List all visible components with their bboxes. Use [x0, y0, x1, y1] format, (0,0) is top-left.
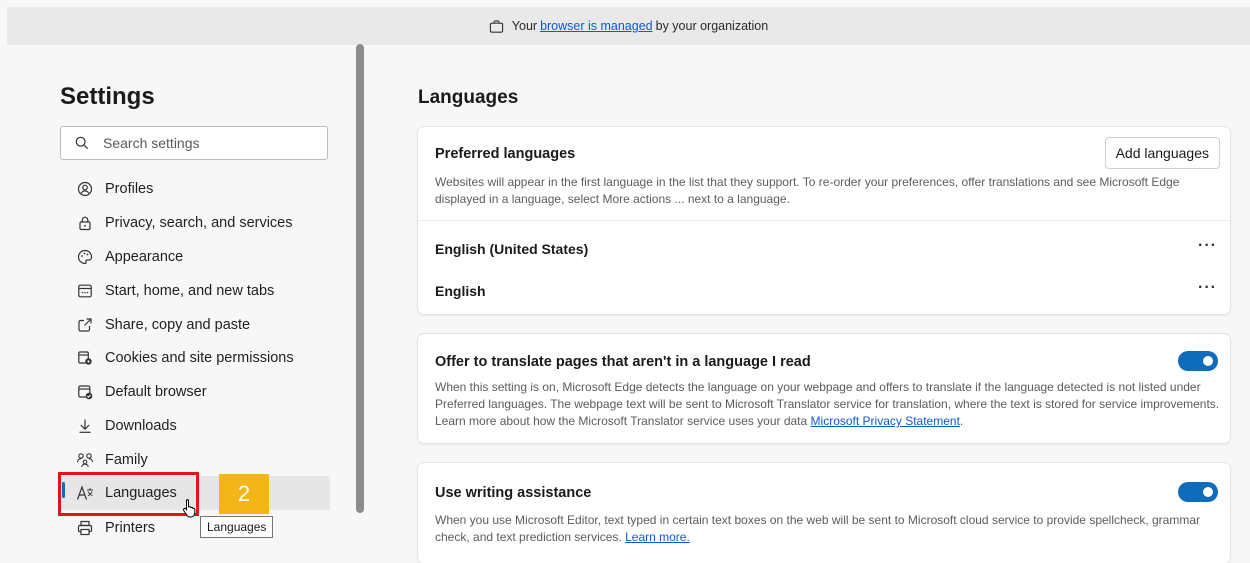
languages-tooltip: Languages [200, 516, 274, 538]
sidebar-item-default-browser[interactable]: Default browser [60, 378, 330, 406]
settings-title: Settings [60, 83, 155, 110]
card-divider [418, 220, 1230, 221]
profiles-icon [76, 180, 94, 198]
sidebar-item-cookies[interactable]: Cookies and site permissions [60, 344, 330, 372]
hand-cursor-icon [183, 499, 196, 518]
start-page-icon [76, 282, 94, 300]
learn-more-link[interactable]: Learn more. [625, 530, 690, 544]
cookies-icon [76, 349, 94, 367]
translate-link-suffix: . [959, 414, 964, 428]
more-actions-english[interactable]: ··· [1198, 279, 1217, 297]
language-row-english-us: English (United States) [435, 241, 589, 257]
language-row-english: English [435, 283, 486, 299]
sidebar-item-start-home[interactable]: Start, home, and new tabs [60, 277, 330, 305]
translate-card: Offer to translate pages that aren't in … [418, 334, 1230, 443]
sidebar-item-label: Family [105, 452, 148, 468]
writing-assistance-card: Use writing assistance When you use Micr… [418, 463, 1230, 563]
preferred-languages-card: Preferred languages Add languages Websit… [418, 127, 1230, 314]
search-icon [75, 136, 89, 150]
search-box[interactable] [60, 126, 328, 160]
settings-sidebar: Settings Profiles Privacy, search, and s… [0, 45, 356, 548]
sidebar-item-label: Printers [105, 520, 155, 536]
managed-text-before: Your [511, 19, 538, 33]
search-input[interactable] [101, 134, 315, 152]
sidebar-item-downloads[interactable]: Downloads [60, 412, 330, 440]
sidebar-item-share-copy[interactable]: Share, copy and paste [60, 311, 330, 339]
writing-assistance-heading: Use writing assistance [435, 485, 592, 501]
sidebar-item-label: Share, copy and paste [105, 317, 251, 333]
window-frame [0, 0, 1250, 7]
translate-toggle[interactable] [1178, 351, 1218, 371]
sidebar-item-label: Start, home, and new tabs [105, 283, 275, 299]
sidebar-item-label: Profiles [105, 181, 154, 197]
add-languages-button[interactable]: Add languages [1104, 137, 1220, 169]
more-actions-english-us[interactable]: ··· [1198, 237, 1217, 255]
managed-text-after: by your organization [655, 19, 769, 33]
translate-description: When this setting is on, Microsoft Edge … [435, 379, 1220, 430]
sidebar-item-printers[interactable]: Printers [60, 514, 330, 542]
managed-banner: Your browser is managed by your organiza… [7, 7, 1250, 45]
page-title: Languages [418, 87, 519, 108]
sidebar-item-label: Cookies and site permissions [105, 350, 294, 366]
default-browser-icon [76, 383, 94, 401]
writing-assistance-description: When you use Microsoft Editor, text type… [435, 512, 1220, 546]
share-icon [76, 316, 94, 334]
family-icon [76, 451, 94, 469]
lock-icon [76, 214, 94, 232]
download-icon [76, 417, 94, 435]
printer-icon [76, 519, 94, 537]
highlight-box [58, 472, 199, 516]
briefcase-icon [489, 19, 503, 33]
appearance-icon [76, 248, 94, 266]
sidebar-item-family[interactable]: Family [60, 446, 330, 474]
privacy-statement-link[interactable]: Microsoft Privacy Statement [811, 414, 960, 428]
step-badge: 2 [219, 474, 269, 514]
preferred-languages-heading: Preferred languages [435, 146, 576, 162]
sidebar-item-profiles[interactable]: Profiles [60, 175, 330, 203]
preferred-languages-description: Websites will appear in the first langua… [435, 175, 1180, 206]
managed-link[interactable]: browser is managed [540, 19, 653, 33]
sidebar-item-label: Default browser [105, 384, 207, 400]
sidebar-item-label: Downloads [105, 418, 177, 434]
sidebar-item-label: Privacy, search, and services [105, 215, 293, 231]
sidebar-item-privacy[interactable]: Privacy, search, and services [60, 209, 330, 237]
writing-assistance-toggle[interactable] [1178, 482, 1218, 502]
translate-heading: Offer to translate pages that aren't in … [435, 354, 811, 370]
sidebar-scrollbar[interactable] [356, 44, 364, 513]
writing-description-text: When you use Microsoft Editor, text type… [435, 513, 1201, 544]
sidebar-item-label: Appearance [105, 249, 184, 265]
sidebar-item-appearance[interactable]: Appearance [60, 243, 330, 271]
